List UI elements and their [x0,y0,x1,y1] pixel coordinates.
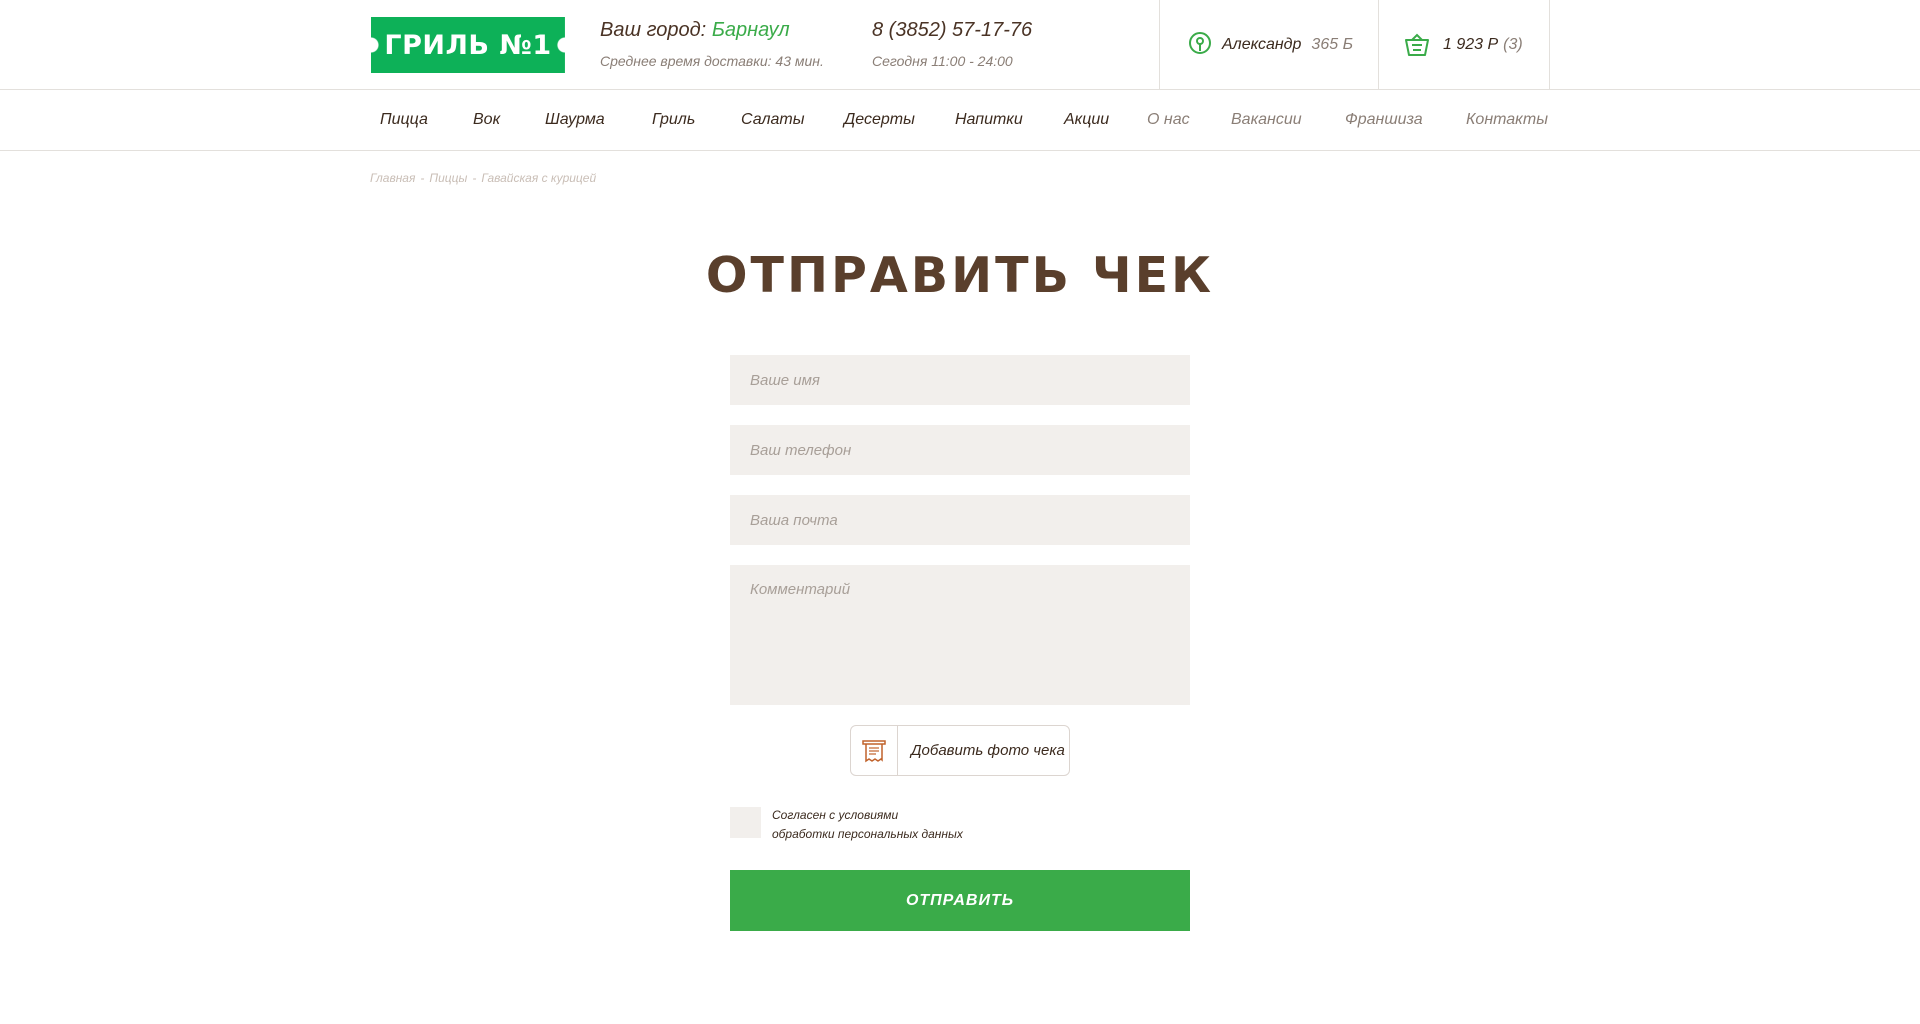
city-selector[interactable]: Ваш город: Барнаул [600,19,790,42]
delivery-time: Среднее время доставки: 43 мин. [600,53,824,69]
agree-label[interactable]: Согласен с условиями обработки персональ… [772,806,963,844]
agree-label-line1: Согласен с условиями [772,808,899,822]
agree-label-line2: обработки персональных данных [772,827,963,841]
nav-item-desserts[interactable]: Десерты [844,111,915,129]
logo[interactable]: ГРИЛЬ №1 [371,17,565,73]
nav-item-pizza[interactable]: Пицца [380,111,428,129]
cart-sum: 1 923 Р [1443,36,1499,53]
agree-checkbox[interactable] [730,807,761,838]
breadcrumb-pizzas[interactable]: Пиццы [429,171,467,185]
nav-item-franchise[interactable]: Франшиза [1345,111,1423,129]
cart-count: (3) [1503,36,1523,53]
phone-number[interactable]: 8 (3852) 57-17-76 [872,19,1032,42]
comment-textarea[interactable] [730,565,1190,705]
main-nav: Пицца Вок Шаурма Гриль Салаты Десерты На… [0,90,1920,151]
nav-item-contacts[interactable]: Контакты [1466,111,1548,129]
nav-item-salads[interactable]: Салаты [741,111,804,129]
add-receipt-photo-label: Добавить фото чека [911,742,1065,759]
city-name-link[interactable]: Барнаул [712,19,790,41]
add-receipt-photo-button[interactable]: Добавить фото чека [850,725,1070,776]
submit-button[interactable]: ОТПРАВИТЬ [730,870,1190,931]
nav-item-drinks[interactable]: Напитки [955,111,1023,129]
basket-icon [1403,31,1431,59]
email-input[interactable] [730,495,1190,545]
user-name: Александр [1222,36,1302,53]
phone-input[interactable] [730,425,1190,475]
location-pin-icon [1186,31,1214,59]
working-hours: Сегодня 11:00 - 24:00 [872,53,1013,69]
city-label: Ваш город: [600,19,707,41]
breadcrumb-home[interactable]: Главная [370,171,415,185]
site-header: ГРИЛЬ №1 Ваш город: Барнаул Среднее врем… [0,0,1920,90]
user-account[interactable]: Александр 365 Б [1159,0,1378,90]
cart[interactable]: 1 923 Р (3) [1378,0,1550,90]
breadcrumb-current: Гавайская с курицей [481,171,597,185]
breadcrumb-separator: - [420,171,425,185]
name-input[interactable] [730,355,1190,405]
nav-item-shawarma[interactable]: Шаурма [545,111,605,129]
nav-item-vacancies[interactable]: Вакансии [1231,111,1302,129]
page-title: ОТПРАВИТЬ ЧЕК [705,247,1215,304]
nav-item-wok[interactable]: Вок [473,111,500,129]
breadcrumb-separator: - [472,171,477,185]
user-points: 365 Б [1311,36,1353,53]
breadcrumb: Главная - Пиццы - Гавайская с курицей [370,171,596,185]
receipt-icon [851,726,898,775]
logo-text: ГРИЛЬ №1 [384,29,552,61]
nav-item-grill[interactable]: Гриль [652,111,695,129]
nav-item-about[interactable]: О нас [1147,111,1190,129]
nav-item-promos[interactable]: Акции [1064,111,1109,129]
